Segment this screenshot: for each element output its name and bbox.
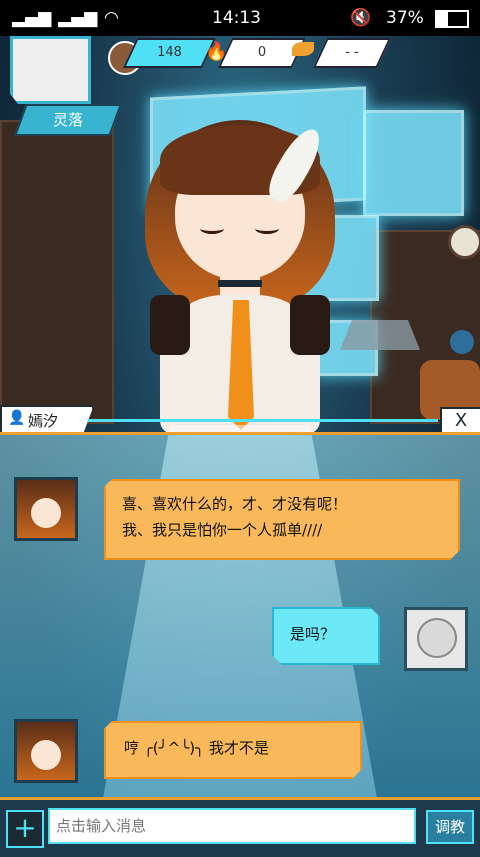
speaker-divider bbox=[88, 419, 438, 422]
add-button[interactable]: + bbox=[6, 810, 44, 848]
clock: 14:13 bbox=[212, 8, 261, 28]
message-text: 哼 ╭(╯^╰)╮ 我才不是 bbox=[124, 739, 269, 757]
sim-2-label: 2 bbox=[90, 16, 97, 29]
tease-button-label: 调教 bbox=[434, 818, 465, 836]
player-avatar[interactable] bbox=[404, 607, 468, 671]
close-icon: X bbox=[454, 410, 468, 431]
battery-percent: 37% bbox=[386, 8, 424, 28]
message-text: 是吗？ bbox=[290, 625, 336, 643]
resource-3-value: - - bbox=[345, 45, 359, 60]
chat-bubble: 是吗？ bbox=[272, 607, 380, 665]
battery-icon bbox=[435, 10, 469, 28]
chat-bubble: 哼 ╭(╯^╰)╮ 我才不是 bbox=[104, 721, 362, 779]
message-text: 我、我只是怕你一个人孤单//// bbox=[122, 521, 323, 539]
chat-bubble: 喜、喜欢什么的，才、才没有呢！ 我、我只是怕你一个人孤单//// bbox=[104, 479, 460, 560]
plus-icon: + bbox=[13, 811, 37, 844]
top-hud: 灵落 148 🔥 0 - - bbox=[0, 36, 480, 136]
status-bar: ▂▄▆ 1 ▂▄▆ 2 ◠ 14:13 🔇 37% bbox=[0, 0, 480, 36]
speaker-name: 嫣汐 bbox=[28, 412, 59, 430]
resource-1-bar: 148 bbox=[123, 38, 216, 68]
mute-icon: 🔇 bbox=[350, 8, 372, 28]
player-name-tag[interactable]: 灵落 bbox=[14, 104, 122, 136]
speaker-tag: 👤 嫣汐 bbox=[0, 405, 94, 435]
character-avatar[interactable] bbox=[14, 719, 78, 783]
speaker-bar: 👤 嫣汐 X bbox=[0, 405, 480, 437]
input-bar: + 调教 bbox=[0, 797, 480, 857]
speaker-icon: 👤 bbox=[8, 410, 26, 426]
wifi-icon: ◠ bbox=[104, 8, 119, 28]
character-avatar[interactable] bbox=[14, 477, 78, 541]
resource-1-value: 148 bbox=[157, 45, 182, 60]
player-name: 灵落 bbox=[52, 111, 83, 129]
wing-icon bbox=[292, 42, 314, 56]
sim-1-label: 1 bbox=[44, 16, 51, 29]
message-input[interactable] bbox=[48, 808, 416, 844]
tease-button[interactable]: 调教 bbox=[426, 810, 474, 844]
message-text: 喜、喜欢什么的，才、才没有呢！ bbox=[122, 495, 348, 513]
resource-2-value: 0 bbox=[257, 45, 267, 60]
player-avatar[interactable] bbox=[10, 36, 91, 104]
chat-panel[interactable]: 喜、喜欢什么的，才、才没有呢！ 我、我只是怕你一个人孤单//// 是吗？ 哼 ╭… bbox=[0, 432, 480, 800]
resource-3-bar: - - bbox=[313, 38, 391, 68]
